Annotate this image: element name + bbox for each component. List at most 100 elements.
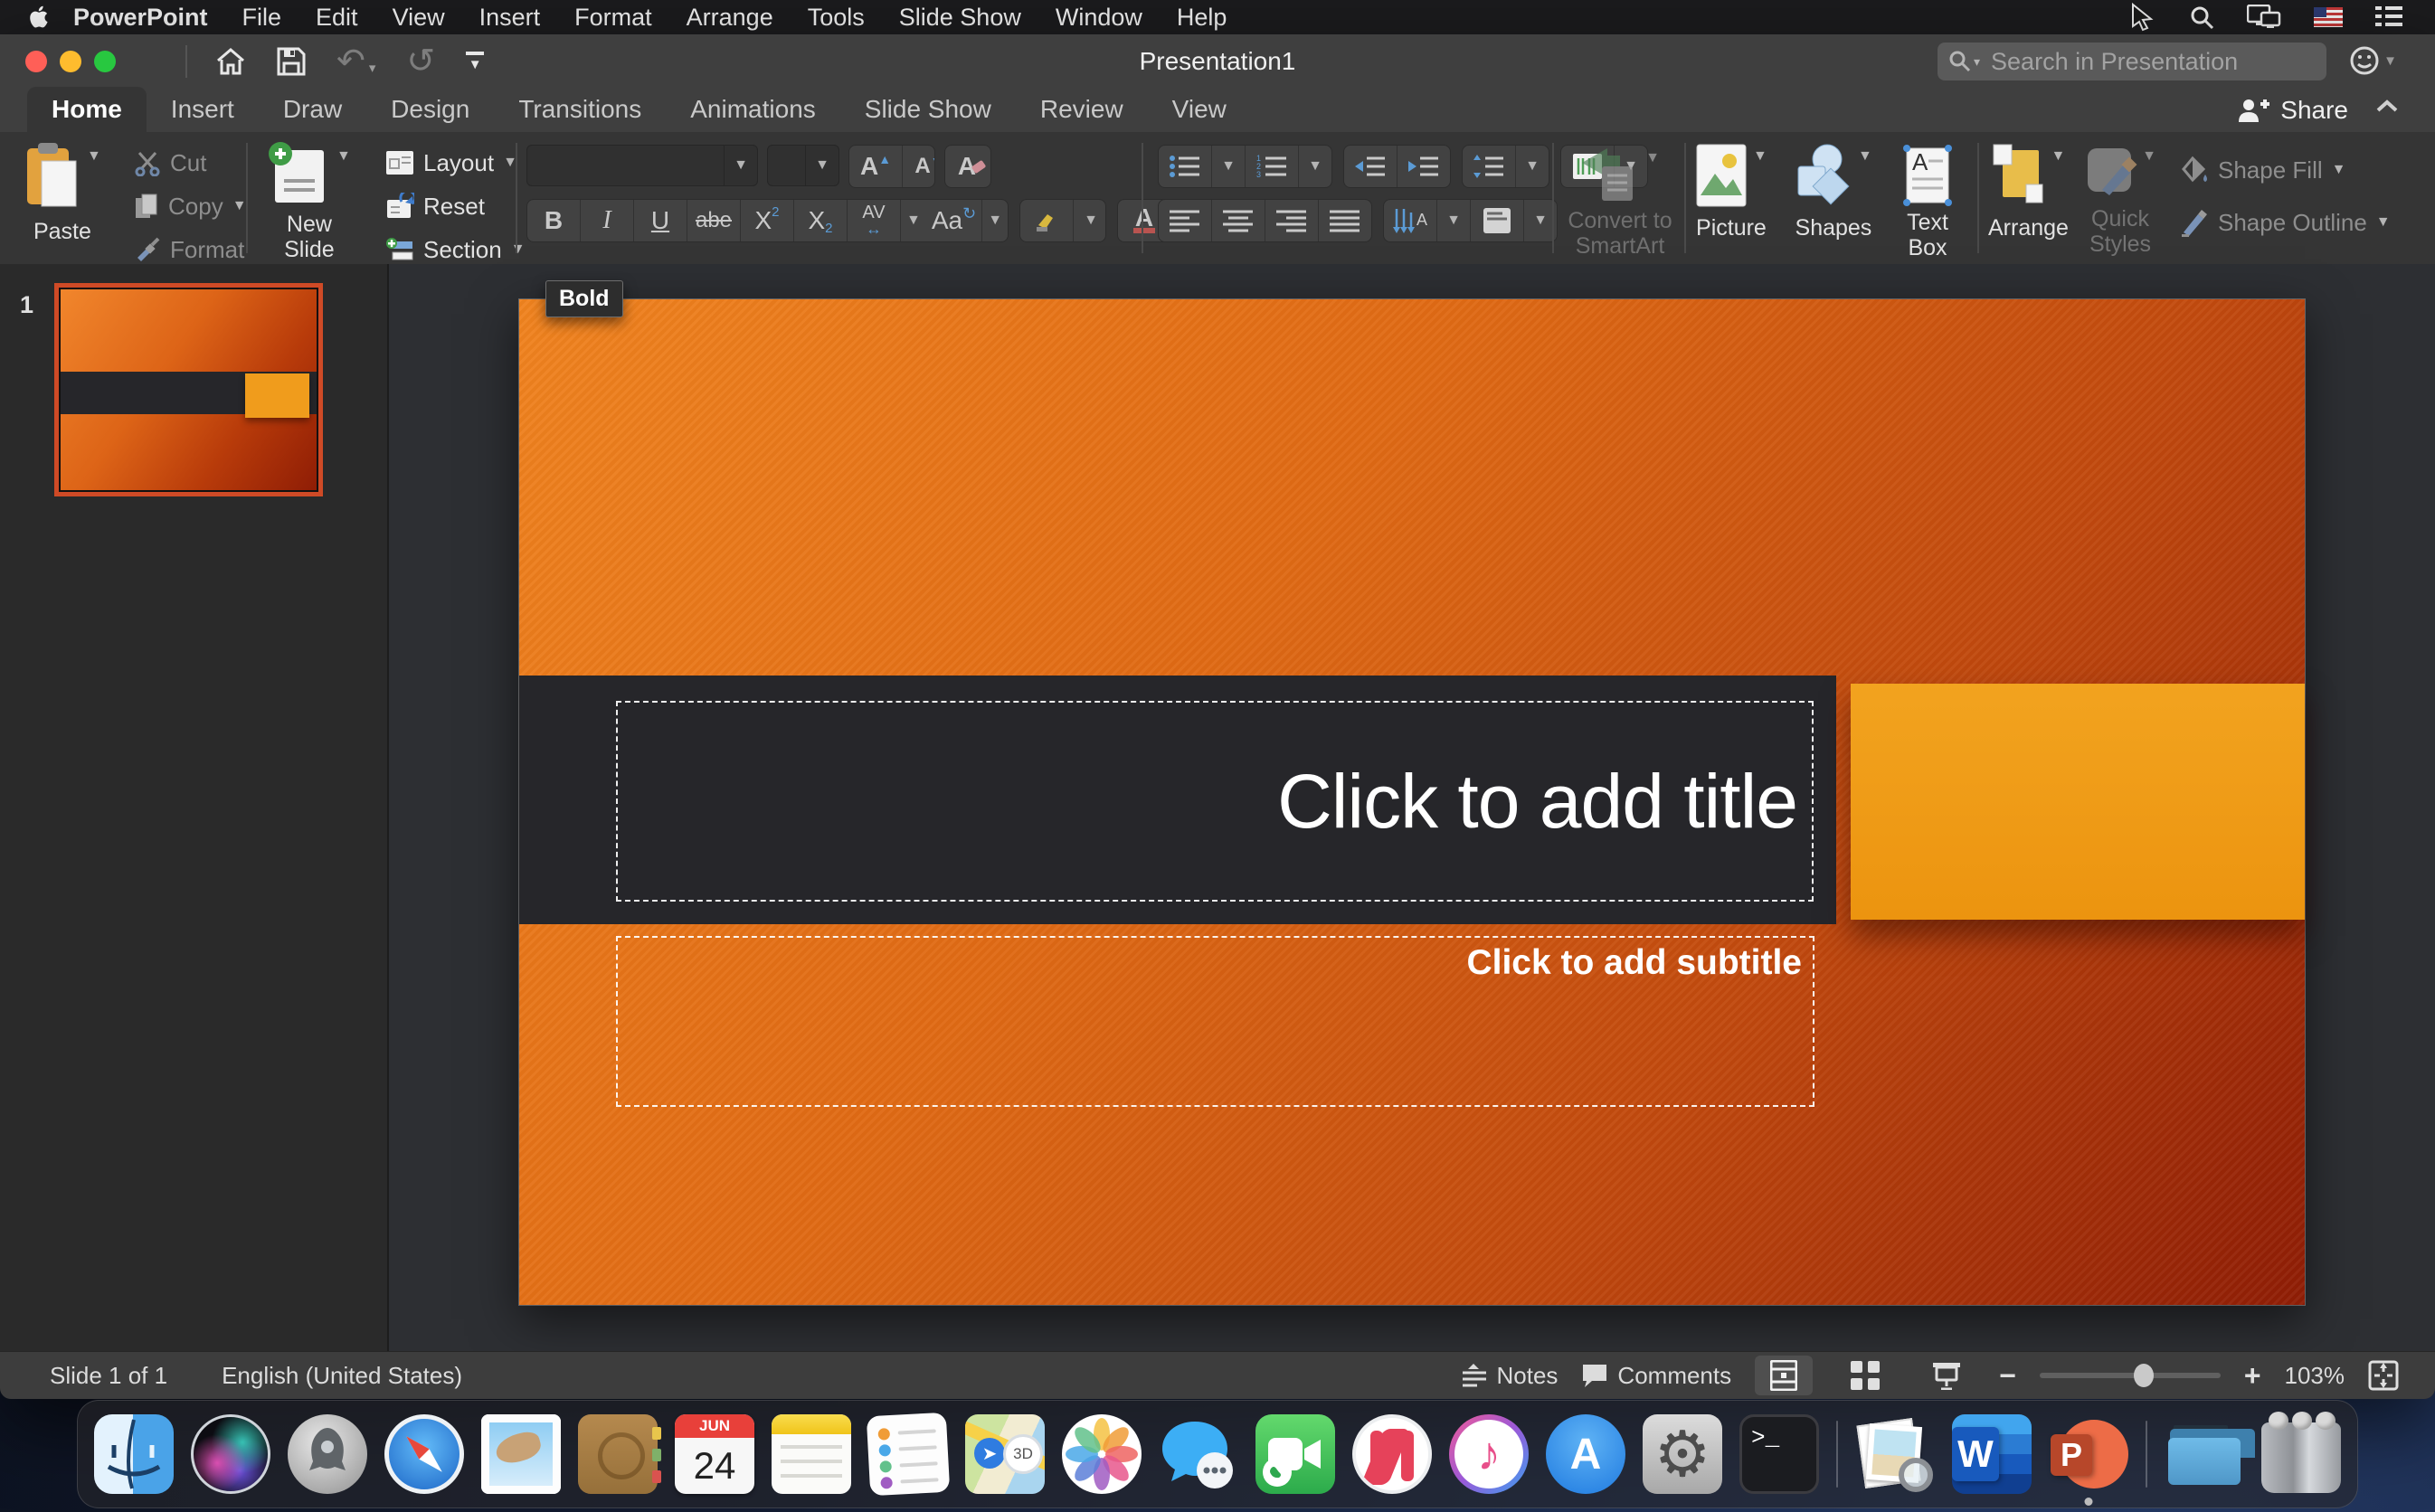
- character-spacing-dropdown[interactable]: ▼: [900, 200, 926, 241]
- highlight-color-dropdown[interactable]: ▼: [1073, 200, 1105, 241]
- dock-icon-maps[interactable]: ➤ 3D: [965, 1414, 1045, 1494]
- dock-icon-contacts[interactable]: [578, 1414, 661, 1494]
- align-center-button[interactable]: [1211, 200, 1265, 241]
- dock-icon-calendar[interactable]: JUN 24: [675, 1414, 754, 1494]
- dock-icon-facetime[interactable]: [1255, 1414, 1335, 1494]
- copy-button[interactable]: Copy ▼: [134, 188, 247, 224]
- share-button[interactable]: Share: [2237, 89, 2348, 132]
- dock-icon-finder[interactable]: [94, 1414, 174, 1494]
- tab-insert[interactable]: Insert: [147, 87, 259, 132]
- menu-edit[interactable]: Edit: [298, 4, 375, 32]
- menu-tools[interactable]: Tools: [791, 4, 882, 32]
- text-direction-button[interactable]: A: [1384, 200, 1436, 241]
- shapes-button[interactable]: ▼ Shapes: [1795, 143, 1872, 241]
- menu-format[interactable]: Format: [557, 4, 669, 32]
- notes-button[interactable]: Notes: [1461, 1362, 1558, 1390]
- convert-smartart-button[interactable]: ▼ Convert to SmartArt: [1567, 146, 1673, 259]
- align-left-button[interactable]: [1159, 200, 1211, 241]
- font-name-dropdown[interactable]: ▼: [724, 146, 757, 185]
- dock-icon-downloads-folder[interactable]: [2165, 1414, 2255, 1494]
- justify-button[interactable]: [1318, 200, 1371, 241]
- dock-icon-photos[interactable]: [1062, 1414, 1142, 1494]
- section-button[interactable]: Section ▼: [385, 232, 526, 268]
- cut-button[interactable]: Cut: [134, 145, 247, 181]
- menu-view[interactable]: View: [375, 4, 462, 32]
- zoom-percentage[interactable]: 103%: [2285, 1362, 2345, 1390]
- picture-button[interactable]: ▼ Picture: [1695, 143, 1767, 241]
- reset-button[interactable]: Reset: [385, 188, 526, 224]
- tab-home[interactable]: Home: [27, 87, 147, 132]
- menu-arrange[interactable]: Arrange: [669, 4, 791, 32]
- dock-icon-app-store[interactable]: A: [1546, 1414, 1625, 1494]
- tab-view[interactable]: View: [1148, 87, 1251, 132]
- zoom-slider-thumb[interactable]: [2133, 1364, 2154, 1387]
- font-name-combo[interactable]: ▼: [526, 145, 758, 186]
- tab-design[interactable]: Design: [366, 87, 494, 132]
- bold-button[interactable]: B: [527, 200, 580, 241]
- title-placeholder[interactable]: Click to add title: [616, 701, 1814, 902]
- tab-draw[interactable]: Draw: [259, 87, 366, 132]
- comments-button[interactable]: Comments: [1581, 1362, 1731, 1390]
- menu-window[interactable]: Window: [1038, 4, 1160, 32]
- decrease-indent-button[interactable]: [1344, 146, 1397, 187]
- dock-icon-reminders[interactable]: [866, 1412, 951, 1497]
- spotlight-search-icon[interactable]: [2189, 5, 2214, 30]
- shape-outline-dropdown[interactable]: ▼: [2376, 214, 2391, 231]
- highlight-color-button[interactable]: [1020, 200, 1073, 241]
- strikethrough-button[interactable]: abe: [687, 200, 740, 241]
- numbering-dropdown[interactable]: ▼: [1298, 146, 1331, 187]
- dock-icon-notes[interactable]: [772, 1414, 851, 1494]
- smartart-dropdown[interactable]: ▼: [1645, 150, 1660, 166]
- search-field[interactable]: ▾: [1938, 43, 2326, 80]
- tab-slide-show[interactable]: Slide Show: [840, 87, 1016, 132]
- font-size-dropdown[interactable]: ▼: [805, 146, 839, 185]
- language-status[interactable]: English (United States): [222, 1362, 462, 1390]
- notification-list-icon[interactable]: [2375, 6, 2402, 28]
- tab-animations[interactable]: Animations: [666, 87, 840, 132]
- new-slide-button[interactable]: ▼ New Slide: [268, 141, 351, 262]
- line-spacing-dropdown[interactable]: ▼: [1515, 146, 1549, 187]
- numbering-button[interactable]: 123: [1245, 146, 1298, 187]
- slide-sorter-view-button[interactable]: [1836, 1356, 1894, 1395]
- dock-icon-news[interactable]: [1352, 1414, 1432, 1494]
- tab-transitions[interactable]: Transitions: [494, 87, 666, 132]
- arrange-dropdown[interactable]: ▼: [2051, 148, 2066, 165]
- superscript-button[interactable]: X2: [740, 200, 793, 241]
- arrange-button[interactable]: ▼ Arrange: [1988, 143, 2069, 241]
- dock-icon-music[interactable]: ♪: [1449, 1414, 1529, 1494]
- slide-accent-rectangle[interactable]: [1851, 684, 2305, 920]
- dock-icon-launchpad[interactable]: [288, 1414, 367, 1494]
- menu-help[interactable]: Help: [1160, 4, 1245, 32]
- dock-icon-system-preferences[interactable]: ⚙: [1643, 1414, 1722, 1494]
- zoom-slider[interactable]: [2039, 1364, 2221, 1387]
- slide-canvas[interactable]: Click to add title Click to add subtitle: [519, 299, 2305, 1305]
- zoom-in-button[interactable]: +: [2244, 1359, 2261, 1393]
- tab-review[interactable]: Review: [1016, 87, 1148, 132]
- normal-view-button[interactable]: [1755, 1356, 1814, 1395]
- change-case-dropdown[interactable]: ▼: [981, 200, 1008, 241]
- menu-slide-show[interactable]: Slide Show: [882, 4, 1038, 32]
- shape-fill-dropdown[interactable]: ▼: [2332, 162, 2346, 178]
- format-painter-button[interactable]: Format: [134, 232, 247, 268]
- align-text-button[interactable]: [1470, 200, 1523, 241]
- quick-styles-button[interactable]: ▼ Quick Styles: [2084, 143, 2156, 257]
- apple-menu-icon[interactable]: [29, 5, 51, 30]
- screen-mirroring-icon[interactable]: [2247, 5, 2281, 30]
- font-size-combo[interactable]: ▼: [767, 145, 839, 186]
- underline-button[interactable]: U: [633, 200, 687, 241]
- dock-icon-powerpoint[interactable]: P: [2049, 1414, 2128, 1506]
- section-dropdown[interactable]: ▼: [511, 241, 526, 258]
- shrink-font-button[interactable]: A▼: [902, 146, 934, 187]
- change-case-button[interactable]: Aa ↻: [926, 200, 981, 241]
- shapes-dropdown[interactable]: ▼: [1858, 148, 1872, 165]
- collapse-ribbon-icon[interactable]: [2375, 98, 2399, 114]
- dock-icon-terminal[interactable]: >_: [1739, 1414, 1819, 1494]
- bullets-button[interactable]: [1159, 146, 1211, 187]
- dock-icon-trash[interactable]: [2261, 1412, 2341, 1493]
- slide-thumbnail-panel[interactable]: 1: [0, 264, 389, 1351]
- align-right-button[interactable]: [1265, 200, 1318, 241]
- paste-button[interactable]: ▼ Paste: [24, 141, 101, 244]
- feedback-smiley-icon[interactable]: ▼: [2349, 45, 2397, 76]
- picture-dropdown[interactable]: ▼: [1753, 148, 1767, 165]
- menu-app-name[interactable]: PowerPoint: [56, 4, 225, 32]
